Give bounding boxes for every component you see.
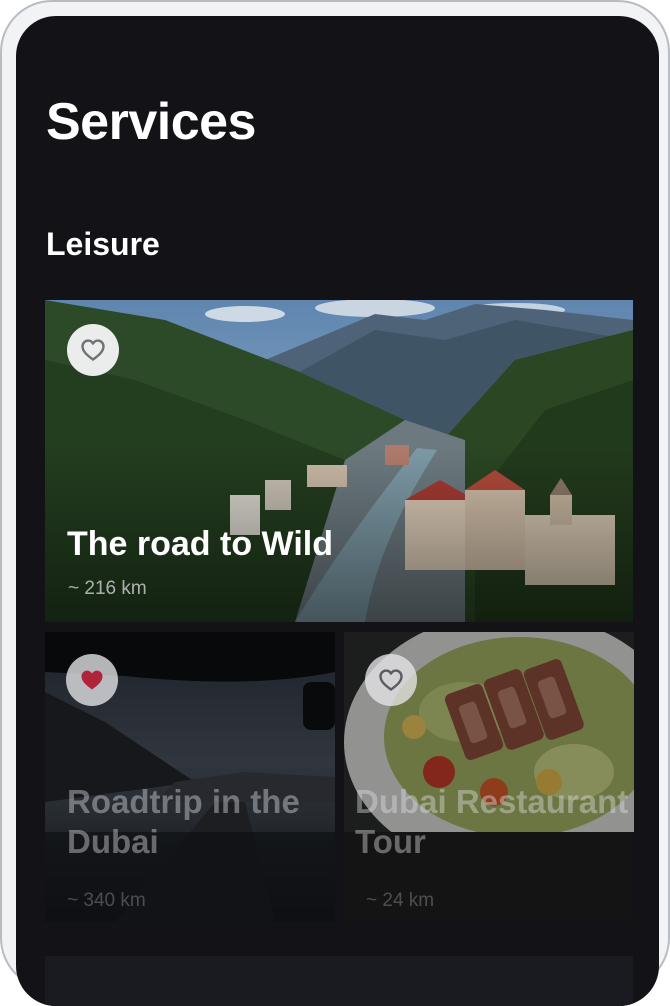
page-title: Services: [46, 93, 256, 151]
card-distance: ~ 216 km: [68, 578, 147, 599]
card-title: Dubai Restaurant Tour: [355, 783, 629, 860]
card-distance: ~ 24 km: [366, 890, 435, 911]
heart-outline-icon: [379, 669, 403, 691]
favorite-button[interactable]: [67, 324, 119, 376]
service-card-road-to-wild[interactable]: The road to Wild ~ 216 km: [45, 300, 633, 622]
service-card-roadtrip-dubai[interactable]: Roadtrip in the Dubai ~ 340 km: [45, 632, 335, 922]
card-distance: ~ 340 km: [67, 890, 146, 911]
favorite-button[interactable]: [365, 654, 417, 706]
device-frame: Services Leisure The road to Wild ~ 216 …: [0, 0, 670, 1006]
card-title: Roadtrip in the Dubai: [67, 783, 300, 860]
card-title: The road to Wild: [67, 525, 334, 563]
mountain-valley-image: [45, 300, 633, 622]
service-card-dubai-restaurant-tour[interactable]: Dubai Restaurant Tour ~ 24 km: [344, 632, 634, 922]
heart-outline-icon: [81, 339, 105, 361]
favorite-button[interactable]: [66, 654, 118, 706]
app-screen: Services Leisure The road to Wild ~ 216 …: [16, 16, 659, 1006]
section-title-leisure: Leisure: [46, 226, 160, 262]
heart-filled-icon: [81, 670, 103, 690]
